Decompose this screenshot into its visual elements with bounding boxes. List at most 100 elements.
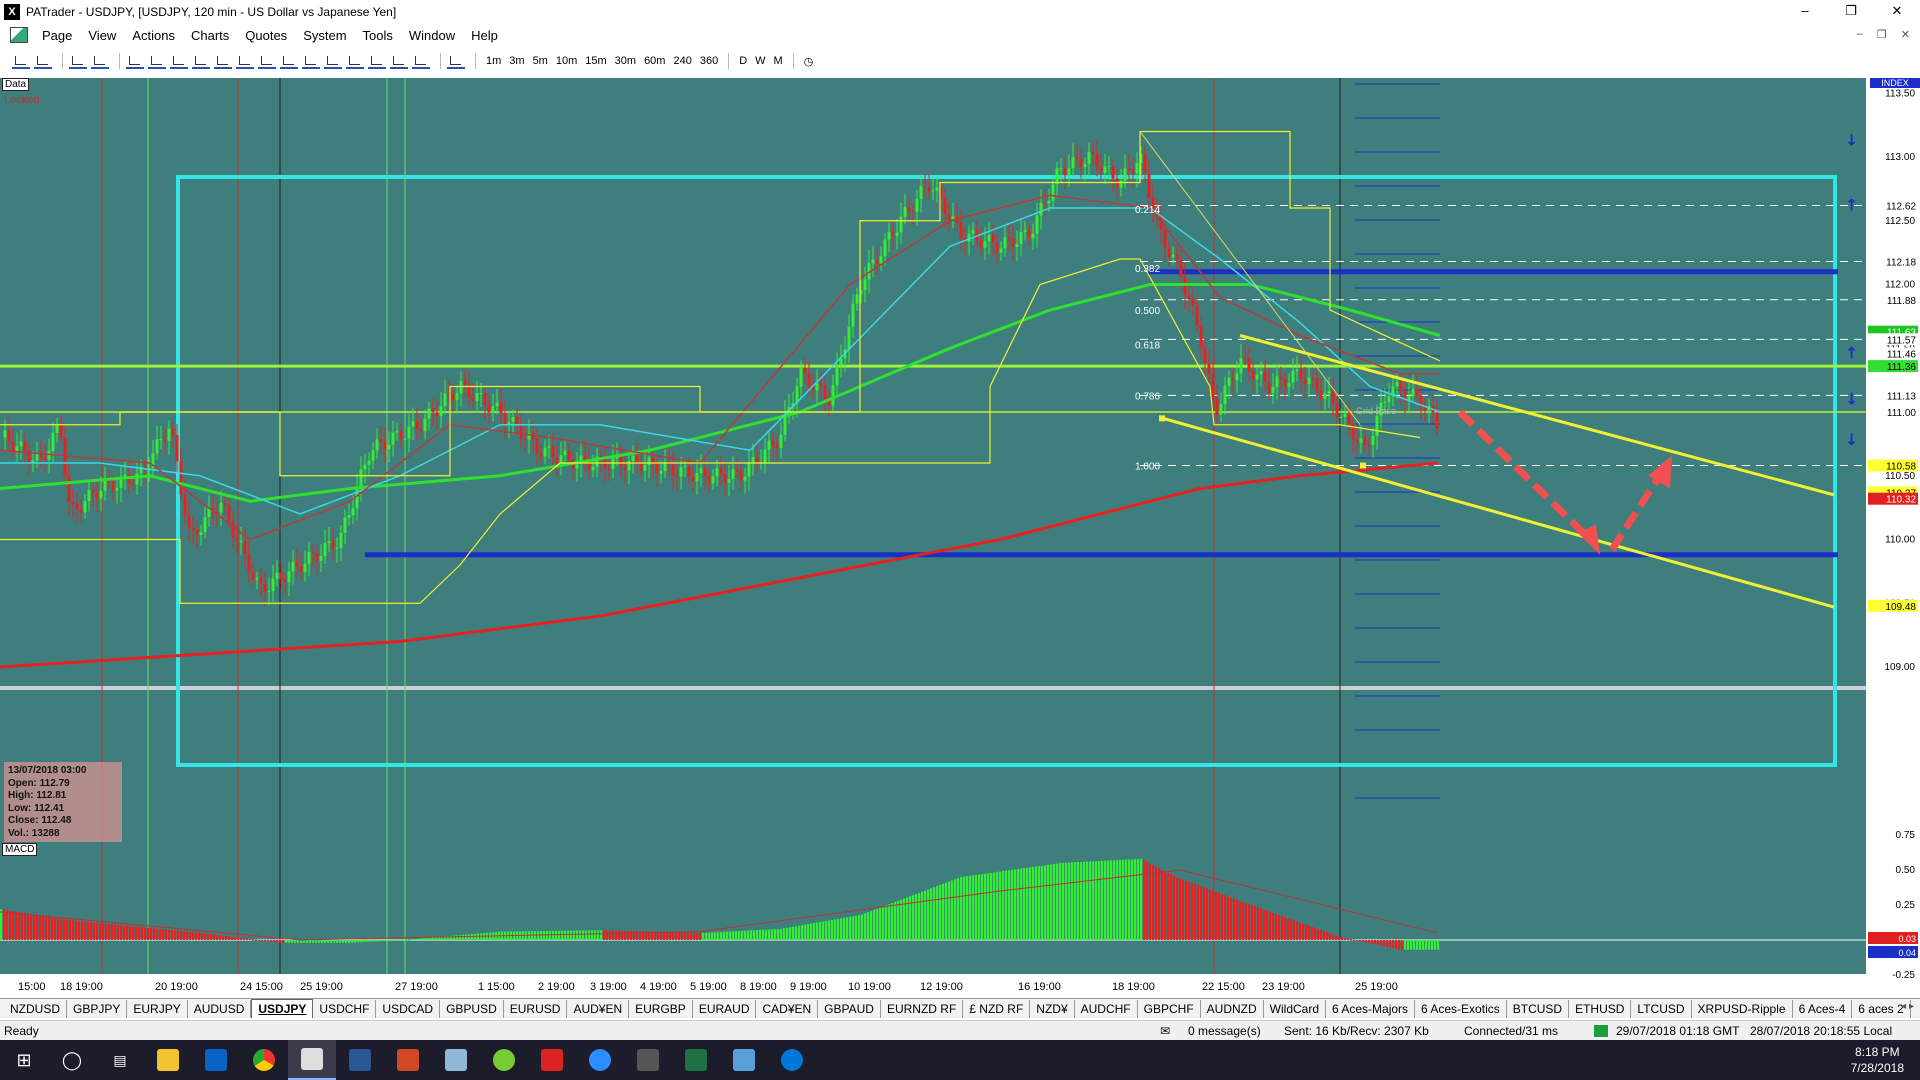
mdi-restore-button[interactable]: ❐ [1877, 28, 1887, 41]
menu-page[interactable]: Page [34, 28, 80, 43]
symbol-tab[interactable]: NZD¥ [1030, 999, 1075, 1018]
taskbar-word[interactable] [336, 1040, 384, 1080]
indicator-icon[interactable] [447, 53, 465, 69]
minimize-button[interactable]: – [1782, 0, 1828, 24]
channel-anchor-point[interactable] [1159, 415, 1165, 422]
status-messages[interactable]: 0 message(s) [1188, 1024, 1261, 1038]
menu-window[interactable]: Window [401, 28, 463, 43]
timeframe-240[interactable]: 240 [669, 55, 695, 67]
symbol-tab[interactable]: GBPAUD [818, 999, 881, 1018]
gann-icon[interactable] [302, 53, 320, 69]
symbol-tab[interactable]: CAD¥EN [756, 999, 819, 1018]
pitchfork-icon[interactable] [368, 53, 386, 69]
channel-icon[interactable] [214, 53, 232, 69]
taskbar-excel[interactable] [672, 1040, 720, 1080]
taskbar-calculator[interactable] [624, 1040, 672, 1080]
symbol-tab[interactable]: EURUSD [504, 999, 568, 1018]
timeframe-30m[interactable]: 30m [611, 55, 640, 67]
mdi-minimize-button[interactable]: – [1857, 28, 1863, 41]
timeframe-10m[interactable]: 10m [552, 55, 581, 67]
pane-divider[interactable] [0, 686, 1920, 690]
symbol-tab[interactable]: XRPUSD-Ripple [1692, 999, 1793, 1018]
fib-fan-icon[interactable] [280, 53, 298, 69]
message-icon[interactable]: ✉ [1160, 1024, 1170, 1038]
taskbar-powerpoint[interactable] [384, 1040, 432, 1080]
taskbar-photos[interactable] [720, 1040, 768, 1080]
taskbar-notes[interactable] [432, 1040, 480, 1080]
timeframe-3m[interactable]: 3m [505, 55, 528, 67]
symbol-tab[interactable]: 6 Aces-Exotics [1415, 999, 1507, 1018]
menu-actions[interactable]: Actions [124, 28, 183, 43]
clock-icon[interactable]: ◷ [800, 55, 818, 68]
timeframe-15m[interactable]: 15m [581, 55, 610, 67]
level-arrow-icon[interactable]: ↑ [1845, 195, 1858, 214]
task-view-button[interactable]: ▤ [96, 1040, 144, 1080]
symbol-tab[interactable]: 6 Aces-4 [1793, 999, 1853, 1018]
mdi-close-button[interactable]: ✕ [1901, 28, 1910, 41]
price-chart[interactable]: 0.214 0.382 0.500 0.618 0.786 1.000 Grid Base ↓… [0, 78, 1920, 994]
level-arrow-icon[interactable]: ↓ [1845, 389, 1858, 408]
symbol-tab[interactable]: LTCUSD [1631, 999, 1692, 1018]
horizontal-line-icon[interactable] [148, 53, 166, 69]
symbol-tab[interactable]: USDCAD [376, 999, 441, 1018]
text-icon[interactable] [390, 53, 408, 69]
symbol-tab[interactable]: EURGBP [629, 999, 693, 1018]
symbol-tab[interactable]: EURAUD [693, 999, 757, 1018]
chart-menu-icon[interactable] [10, 27, 28, 43]
symbol-tab[interactable]: GBPUSD [440, 999, 504, 1018]
restore-button[interactable]: ❐ [1828, 0, 1874, 24]
symbol-tab[interactable]: AUDCHF [1075, 999, 1138, 1018]
system-clock[interactable]: 8:18 PM 7/28/2018 [1851, 1044, 1904, 1076]
channel-anchor-point[interactable] [1360, 462, 1366, 469]
menu-charts[interactable]: Charts [183, 28, 237, 43]
trend-line-icon[interactable] [192, 53, 210, 69]
symbol-tab[interactable]: £ NZD RF [963, 999, 1031, 1018]
symbol-tab[interactable]: 6 Aces-Majors [1326, 999, 1416, 1018]
fib-retracement-icon[interactable] [236, 53, 254, 69]
vertical-line-icon[interactable] [170, 53, 188, 69]
link-icon[interactable] [12, 53, 30, 69]
level-arrow-icon[interactable]: ↓ [1845, 130, 1858, 149]
fib-extension-icon[interactable] [258, 53, 276, 69]
taskbar-red-app[interactable] [528, 1040, 576, 1080]
unlink-icon[interactable] [34, 53, 52, 69]
timeframe-monthly[interactable]: M [770, 55, 787, 67]
taskbar-edge[interactable] [768, 1040, 816, 1080]
trend-channel-lower[interactable] [1162, 416, 1835, 609]
taskbar-zoom[interactable] [576, 1040, 624, 1080]
timeframe-daily[interactable]: D [735, 55, 751, 67]
grid-icon[interactable] [346, 53, 364, 69]
search-button[interactable]: ◯ [48, 1040, 96, 1080]
close-button[interactable]: ✕ [1874, 0, 1920, 24]
menu-help[interactable]: Help [463, 28, 506, 43]
menu-view[interactable]: View [80, 28, 124, 43]
symbol-tab[interactable]: AUD¥EN [567, 999, 630, 1018]
symbol-tab[interactable]: EURNZD RF [881, 999, 964, 1018]
start-button[interactable]: ⊞ [0, 1040, 48, 1080]
timeframe-360[interactable]: 360 [696, 55, 722, 67]
menu-quotes[interactable]: Quotes [237, 28, 295, 43]
symbol-tab[interactable]: NZDUSD [4, 999, 67, 1018]
timeframe-60m[interactable]: 60m [640, 55, 669, 67]
trend-channel-upper[interactable] [1239, 334, 1835, 497]
timeframe-5m[interactable]: 5m [529, 55, 552, 67]
taskbar-chrome[interactable] [240, 1040, 288, 1080]
chart-type-icon[interactable] [69, 53, 87, 69]
taskbar-outlook[interactable] [192, 1040, 240, 1080]
level-arrow-icon[interactable]: ↑ [1845, 343, 1858, 362]
menu-tools[interactable]: Tools [355, 28, 401, 43]
pointer-icon[interactable] [126, 53, 144, 69]
taskbar-trading-app[interactable] [480, 1040, 528, 1080]
symbol-tab[interactable]: EURJPY [127, 999, 188, 1018]
level-arrow-icon[interactable]: ↓ [1845, 430, 1858, 449]
symbol-tab[interactable]: GBPJPY [67, 999, 128, 1018]
timeframe-weekly[interactable]: W [751, 55, 769, 67]
chart-area[interactable]: 0.214 0.382 0.500 0.618 0.786 1.000 Grid Base ↓… [0, 78, 1920, 994]
symbol-tab[interactable]: BTCUSD [1507, 999, 1570, 1018]
cycle-lines-icon[interactable] [324, 53, 342, 69]
symbol-tab[interactable]: AUDUSD [188, 999, 252, 1018]
range-box[interactable] [176, 175, 1837, 767]
crosshair-icon[interactable] [91, 53, 109, 69]
taskbar-file-explorer[interactable] [144, 1040, 192, 1080]
taskbar-patrader[interactable] [288, 1040, 336, 1080]
